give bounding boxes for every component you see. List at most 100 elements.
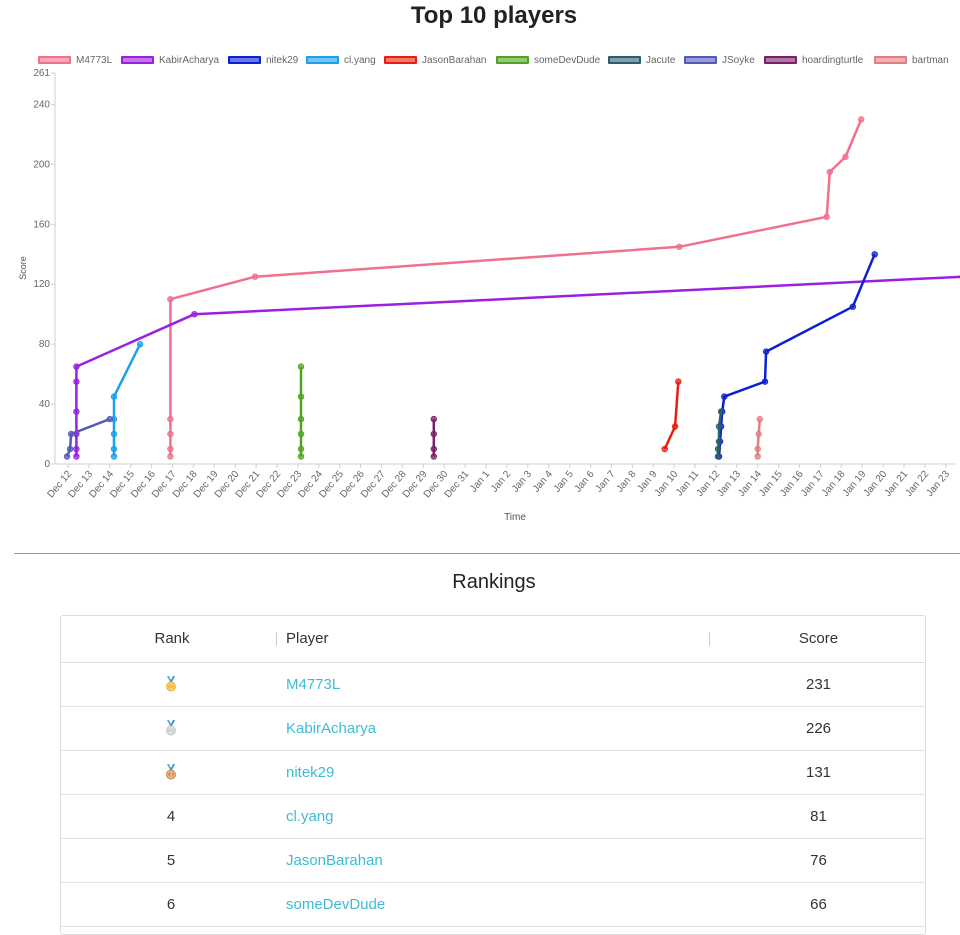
- data-point-cl-yang: [111, 446, 117, 452]
- medal-rank-label: 3: [170, 773, 173, 779]
- data-point-m4773l: [168, 416, 174, 422]
- data-point-nitek29: [763, 349, 769, 355]
- data-point-jacute: [716, 439, 722, 445]
- score-cell: 231: [701, 663, 926, 706]
- data-point-jsoyke: [68, 431, 74, 437]
- data-point-jasonbarahan: [672, 424, 678, 430]
- table-body: 1M4773L2312KabirAcharya2263nitek291314cl…: [61, 663, 925, 927]
- series-line-kabiracharya: [76, 127, 960, 457]
- x-tick-label: Jan 5: [552, 469, 576, 495]
- rank-cell: 3: [61, 751, 281, 794]
- score-column-header[interactable]: Score: [701, 616, 926, 662]
- data-point-somedevdude: [298, 364, 304, 370]
- y-tick-label: 240: [33, 99, 50, 110]
- data-point-cl-yang: [111, 431, 117, 437]
- data-point-jacute: [715, 454, 721, 460]
- series-line-jsoyke: [67, 419, 110, 456]
- silver-medal-icon: 2: [165, 720, 177, 736]
- player-link[interactable]: JasonBarahan: [286, 839, 383, 882]
- data-point-m4773l: [168, 446, 174, 452]
- x-tick-label: Jan 4: [531, 469, 555, 495]
- table-row: 1 M4773L 231: [61, 663, 925, 707]
- data-point-bartman: [756, 431, 762, 437]
- rankings-table: Rank Player Score 1 M4773L 231 2 KabirAchary…: [60, 615, 926, 935]
- score-cell: 131: [701, 751, 926, 794]
- data-point-m4773l: [677, 244, 683, 250]
- medal-rank-label: 1: [170, 685, 173, 691]
- data-point-jsoyke: [107, 416, 113, 422]
- score-cell: 66: [701, 883, 926, 926]
- rank-cell: 4: [61, 795, 281, 838]
- data-point-somedevdude: [298, 431, 304, 437]
- y-tick-label: 120: [33, 279, 50, 290]
- series-line-jasonbarahan: [665, 382, 679, 449]
- data-point-kabiracharya: [74, 409, 80, 415]
- y-tick-label: 80: [39, 339, 51, 350]
- x-axis-title: Time: [504, 512, 526, 523]
- data-point-m4773l: [168, 296, 174, 302]
- data-point-hoardingturtle: [431, 446, 437, 452]
- y-axis-title: Score: [18, 256, 28, 280]
- data-point-jsoyke: [64, 454, 70, 460]
- rank-cell: 1: [61, 663, 281, 706]
- x-tick-label: Jan 1: [468, 469, 492, 495]
- rank-column-header[interactable]: Rank: [61, 616, 283, 662]
- data-point-m4773l: [252, 274, 258, 280]
- table-row: 2 KabirAcharya 226: [61, 707, 925, 751]
- data-point-cl-yang: [137, 341, 143, 347]
- data-point-jasonbarahan: [662, 446, 668, 452]
- data-point-jsoyke: [67, 446, 73, 452]
- x-tick-label: Jan 6: [573, 469, 597, 495]
- score-cell: 76: [701, 839, 926, 882]
- player-link[interactable]: cl.yang: [286, 795, 334, 838]
- data-point-somedevdude: [298, 446, 304, 452]
- data-point-cl-yang: [111, 454, 117, 460]
- player-link[interactable]: M4773L: [286, 663, 340, 706]
- data-point-jacute: [715, 446, 721, 452]
- medal-rank-label: 2: [170, 729, 173, 735]
- y-tick-label: 261: [33, 68, 50, 79]
- score-cell: 226: [701, 707, 926, 750]
- data-point-m4773l: [168, 454, 174, 460]
- data-point-jacute: [718, 409, 724, 415]
- table-row: 6someDevDude 66: [61, 883, 925, 927]
- data-point-bartman: [755, 446, 761, 452]
- rank-cell: 2: [61, 707, 281, 750]
- data-point-m4773l: [168, 431, 174, 437]
- table-header: Rank Player Score: [61, 616, 925, 663]
- data-point-kabiracharya: [192, 311, 198, 317]
- data-point-m4773l: [827, 169, 833, 175]
- data-point-jasonbarahan: [676, 379, 682, 385]
- data-point-kabiracharya: [74, 446, 80, 452]
- data-point-m4773l: [843, 154, 849, 160]
- data-point-somedevdude: [298, 454, 304, 460]
- x-tick-label: Jan 23: [924, 469, 952, 499]
- data-point-nitek29: [762, 379, 768, 385]
- data-point-hoardingturtle: [431, 454, 437, 460]
- data-point-kabiracharya: [74, 454, 80, 460]
- data-point-kabiracharya: [74, 364, 80, 370]
- x-tick-label: Jan 2: [489, 469, 513, 495]
- data-point-nitek29: [850, 304, 856, 310]
- y-tick-label: 40: [39, 399, 51, 410]
- x-tick-label: Jan 8: [614, 469, 638, 495]
- player-link[interactable]: someDevDude: [286, 883, 385, 926]
- series-line-cl-yang: [114, 344, 140, 456]
- table-row: 4cl.yang 81: [61, 795, 925, 839]
- x-tick-label: Jan 3: [510, 469, 534, 495]
- data-point-nitek29: [722, 394, 728, 400]
- rank-cell: 6: [61, 883, 281, 926]
- data-point-cl-yang: [111, 394, 117, 400]
- data-point-somedevdude: [298, 394, 304, 400]
- score-cell: 81: [701, 795, 926, 838]
- bronze-medal-icon: 3: [165, 764, 177, 780]
- data-point-hoardingturtle: [431, 431, 437, 437]
- data-point-somedevdude: [298, 416, 304, 422]
- player-link[interactable]: KabirAcharya: [286, 707, 376, 750]
- y-tick-label: 0: [44, 459, 50, 470]
- data-point-kabiracharya: [74, 379, 80, 385]
- column-resizer[interactable]: [276, 632, 277, 646]
- player-column-header[interactable]: Player: [286, 616, 329, 662]
- data-point-m4773l: [858, 117, 864, 123]
- player-link[interactable]: nitek29: [286, 751, 334, 794]
